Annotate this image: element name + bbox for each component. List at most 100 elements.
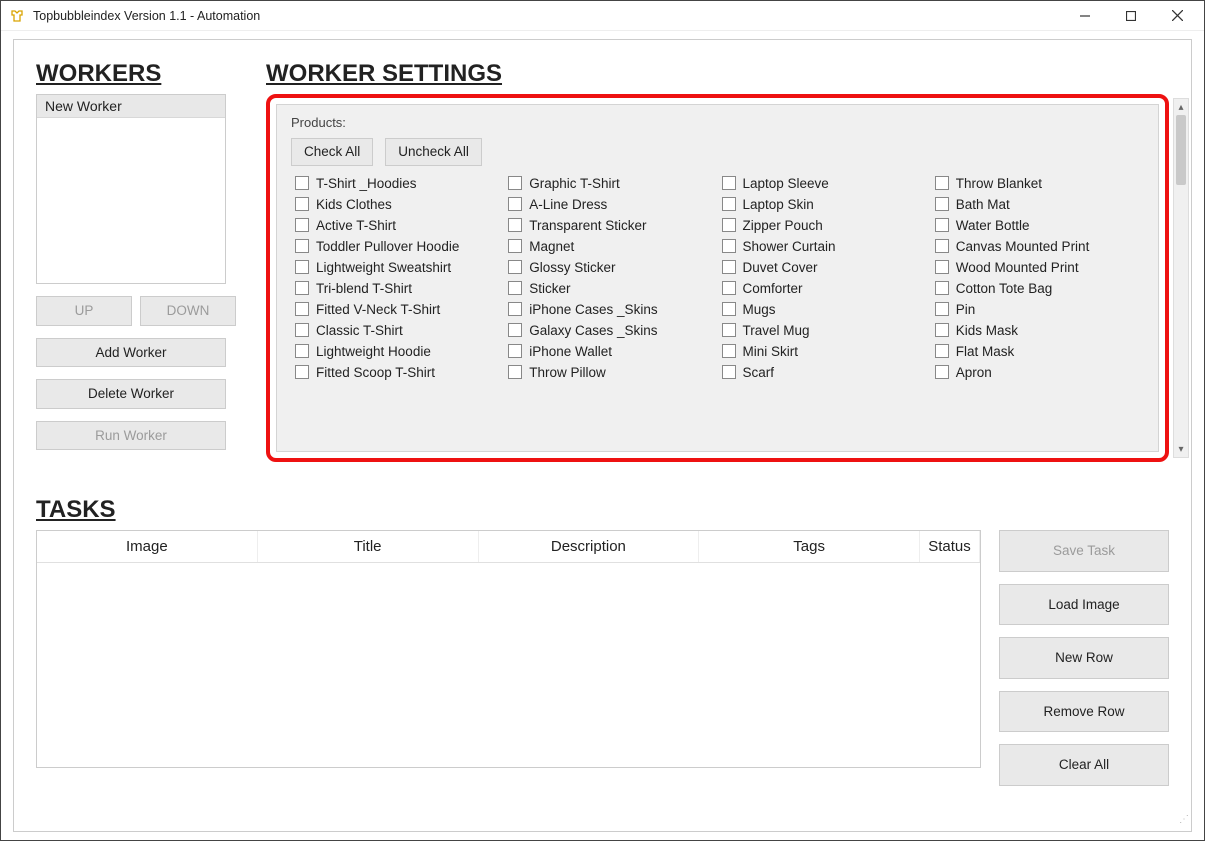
settings-scrollbar[interactable]: ▴ ▾	[1173, 98, 1189, 458]
tasks-table[interactable]: Image Title Description Tags Status	[36, 530, 981, 768]
product-checkbox[interactable]: Laptop Sleeve	[722, 176, 931, 191]
down-button[interactable]: DOWN	[140, 296, 236, 326]
checkbox-icon[interactable]	[722, 218, 736, 232]
product-checkbox[interactable]: T-Shirt _Hoodies	[295, 176, 504, 191]
checkbox-icon[interactable]	[722, 344, 736, 358]
checkbox-icon[interactable]	[935, 302, 949, 316]
checkbox-icon[interactable]	[295, 239, 309, 253]
product-checkbox[interactable]: Duvet Cover	[722, 260, 931, 275]
column-title[interactable]: Title	[258, 531, 479, 562]
product-checkbox[interactable]: Sticker	[508, 281, 717, 296]
checkbox-icon[interactable]	[508, 239, 522, 253]
checkbox-icon[interactable]	[508, 365, 522, 379]
checkbox-icon[interactable]	[935, 281, 949, 295]
scrollbar-thumb[interactable]	[1176, 115, 1186, 185]
checkbox-icon[interactable]	[935, 344, 949, 358]
checkbox-icon[interactable]	[722, 323, 736, 337]
check-all-button[interactable]: Check All	[291, 138, 373, 166]
close-button[interactable]	[1154, 1, 1200, 31]
product-checkbox[interactable]: Kids Mask	[935, 323, 1144, 338]
checkbox-icon[interactable]	[508, 323, 522, 337]
checkbox-icon[interactable]	[935, 323, 949, 337]
checkbox-icon[interactable]	[722, 197, 736, 211]
checkbox-icon[interactable]	[508, 218, 522, 232]
checkbox-icon[interactable]	[508, 302, 522, 316]
product-checkbox[interactable]: Flat Mask	[935, 344, 1144, 359]
product-checkbox[interactable]: iPhone Cases _Skins	[508, 302, 717, 317]
product-checkbox[interactable]: Magnet	[508, 239, 717, 254]
product-checkbox[interactable]: Toddler Pullover Hoodie	[295, 239, 504, 254]
checkbox-icon[interactable]	[295, 302, 309, 316]
load-image-button[interactable]: Load Image	[999, 584, 1169, 626]
checkbox-icon[interactable]	[295, 176, 309, 190]
checkbox-icon[interactable]	[295, 197, 309, 211]
product-checkbox[interactable]: Mugs	[722, 302, 931, 317]
checkbox-icon[interactable]	[722, 176, 736, 190]
titlebar[interactable]: Topbubbleindex Version 1.1 - Automation	[1, 1, 1204, 31]
run-worker-button[interactable]: Run Worker	[36, 421, 226, 451]
checkbox-icon[interactable]	[722, 365, 736, 379]
remove-row-button[interactable]: Remove Row	[999, 691, 1169, 733]
product-checkbox[interactable]: Laptop Skin	[722, 197, 931, 212]
checkbox-icon[interactable]	[722, 260, 736, 274]
save-task-button[interactable]: Save Task	[999, 530, 1169, 572]
scroll-down-icon[interactable]: ▾	[1174, 441, 1188, 457]
checkbox-icon[interactable]	[935, 365, 949, 379]
product-checkbox[interactable]: Tri-blend T-Shirt	[295, 281, 504, 296]
uncheck-all-button[interactable]: Uncheck All	[385, 138, 482, 166]
checkbox-icon[interactable]	[508, 260, 522, 274]
product-checkbox[interactable]: Wood Mounted Print	[935, 260, 1144, 275]
product-checkbox[interactable]: Comforter	[722, 281, 931, 296]
product-checkbox[interactable]: iPhone Wallet	[508, 344, 717, 359]
product-checkbox[interactable]: Fitted Scoop T-Shirt	[295, 365, 504, 380]
product-checkbox[interactable]: Classic T-Shirt	[295, 323, 504, 338]
resize-grip-icon[interactable]: ⋰	[1177, 817, 1189, 829]
delete-worker-button[interactable]: Delete Worker	[36, 379, 226, 409]
checkbox-icon[interactable]	[295, 344, 309, 358]
add-worker-button[interactable]: Add Worker	[36, 338, 226, 368]
column-image[interactable]: Image	[37, 531, 258, 562]
product-checkbox[interactable]: Kids Clothes	[295, 197, 504, 212]
product-checkbox[interactable]: Lightweight Sweatshirt	[295, 260, 504, 275]
tasks-body[interactable]	[37, 563, 980, 767]
checkbox-icon[interactable]	[508, 197, 522, 211]
column-status[interactable]: Status	[920, 531, 980, 562]
checkbox-icon[interactable]	[935, 176, 949, 190]
product-checkbox[interactable]: Water Bottle	[935, 218, 1144, 233]
product-checkbox[interactable]: Travel Mug	[722, 323, 931, 338]
product-checkbox[interactable]: Apron	[935, 365, 1144, 380]
checkbox-icon[interactable]	[935, 260, 949, 274]
checkbox-icon[interactable]	[722, 239, 736, 253]
checkbox-icon[interactable]	[935, 197, 949, 211]
new-row-button[interactable]: New Row	[999, 637, 1169, 679]
product-checkbox[interactable]: Throw Pillow	[508, 365, 717, 380]
checkbox-icon[interactable]	[295, 365, 309, 379]
clear-all-button[interactable]: Clear All	[999, 744, 1169, 786]
workers-list-item[interactable]: New Worker	[37, 95, 225, 118]
product-checkbox[interactable]: Galaxy Cases _Skins	[508, 323, 717, 338]
product-checkbox[interactable]: Active T-Shirt	[295, 218, 504, 233]
checkbox-icon[interactable]	[295, 323, 309, 337]
checkbox-icon[interactable]	[508, 344, 522, 358]
product-checkbox[interactable]: Zipper Pouch	[722, 218, 931, 233]
product-checkbox[interactable]: Transparent Sticker	[508, 218, 717, 233]
product-checkbox[interactable]: Scarf	[722, 365, 931, 380]
product-checkbox[interactable]: Mini Skirt	[722, 344, 931, 359]
product-checkbox[interactable]: A-Line Dress	[508, 197, 717, 212]
checkbox-icon[interactable]	[722, 302, 736, 316]
product-checkbox[interactable]: Pin	[935, 302, 1144, 317]
checkbox-icon[interactable]	[295, 281, 309, 295]
minimize-button[interactable]	[1062, 1, 1108, 31]
checkbox-icon[interactable]	[508, 281, 522, 295]
product-checkbox[interactable]: Bath Mat	[935, 197, 1144, 212]
product-checkbox[interactable]: Cotton Tote Bag	[935, 281, 1144, 296]
product-checkbox[interactable]: Lightweight Hoodie	[295, 344, 504, 359]
checkbox-icon[interactable]	[935, 239, 949, 253]
product-checkbox[interactable]: Shower Curtain	[722, 239, 931, 254]
product-checkbox[interactable]: Glossy Sticker	[508, 260, 717, 275]
column-description[interactable]: Description	[479, 531, 700, 562]
product-checkbox[interactable]: Throw Blanket	[935, 176, 1144, 191]
workers-listbox[interactable]: New Worker	[36, 94, 226, 284]
checkbox-icon[interactable]	[935, 218, 949, 232]
column-tags[interactable]: Tags	[699, 531, 920, 562]
